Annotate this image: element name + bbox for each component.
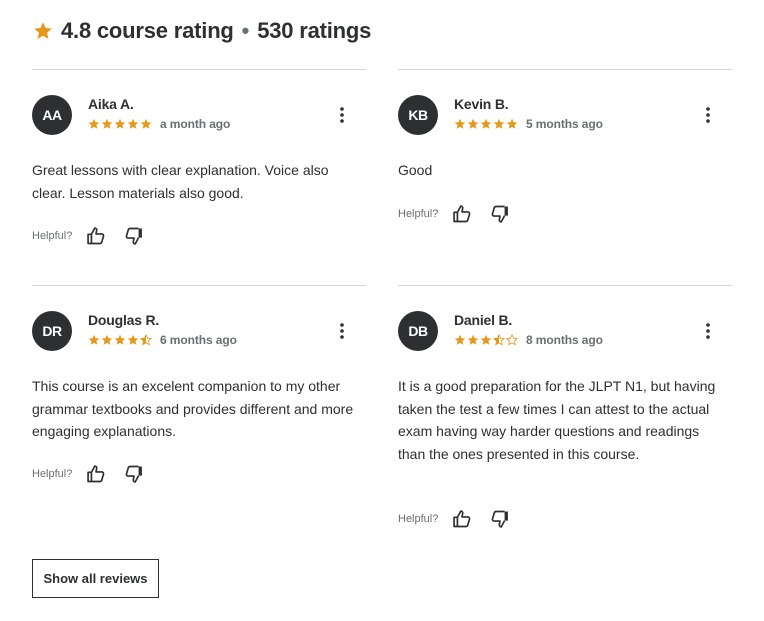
- helpful-row: Helpful?: [32, 224, 160, 248]
- reviewer-name: Aika A.: [88, 96, 134, 112]
- review-card: KB Kevin B. 5 months ago Good Helpful?: [398, 69, 732, 286]
- star-filled-icon: [88, 334, 100, 345]
- ratings-count: 530 ratings: [257, 18, 372, 43]
- reviewer-name: Daniel B.: [454, 312, 513, 328]
- review-card: DR Douglas R. 6 months ago This course i…: [32, 285, 366, 536]
- review-date: a month ago: [160, 117, 231, 131]
- star-filled-icon: [467, 334, 479, 345]
- star-filled-icon: [493, 118, 505, 129]
- more-options-button[interactable]: [332, 321, 352, 341]
- thumbs-down-icon: [491, 205, 508, 223]
- star-half-icon: [493, 334, 505, 346]
- show-all-reviews-button[interactable]: Show all reviews: [32, 559, 159, 598]
- reviewer-name: Douglas R.: [88, 312, 160, 328]
- more-options-button[interactable]: [698, 321, 718, 341]
- avatar: AA: [32, 95, 72, 135]
- thumbs-up-icon: [453, 205, 471, 223]
- reviewer-name: Kevin B.: [454, 96, 509, 112]
- helpful-row: Helpful?: [32, 462, 160, 486]
- star-rating: [88, 334, 152, 346]
- review-text: It is a good preparation for the JLPT N1…: [398, 378, 716, 462]
- star-rating: [454, 334, 518, 346]
- star-rating: [454, 118, 518, 130]
- review-text: This course is an excelent companion to …: [32, 378, 354, 439]
- helpful-row: Helpful?: [398, 507, 526, 531]
- helpful-row: Helpful?: [398, 202, 526, 226]
- review-date: 5 months ago: [526, 117, 603, 131]
- avatar: DB: [398, 311, 438, 351]
- star-filled-icon: [467, 118, 479, 129]
- star-filled-icon: [114, 334, 126, 345]
- review-card: AA Aika A. a month ago Great lessons wit…: [32, 69, 366, 286]
- star-half-icon: [140, 334, 152, 346]
- thumbs-down-icon: [491, 510, 508, 528]
- more-options-icon: [340, 323, 344, 339]
- star-filled-icon: [127, 118, 139, 129]
- thumbs-up-icon: [87, 465, 105, 483]
- review-text: Great lessons with clear explanation. Vo…: [32, 162, 329, 201]
- avatar: DR: [32, 311, 72, 351]
- avatar: KB: [398, 95, 438, 135]
- star-filled-icon: [454, 334, 466, 345]
- star-icon: [34, 22, 52, 39]
- more-options-icon: [340, 107, 344, 123]
- more-options-button[interactable]: [332, 105, 352, 125]
- thumbs-up-button[interactable]: [84, 224, 108, 248]
- course-rating-text: 4.8 course rating: [61, 18, 234, 43]
- thumbs-down-button[interactable]: [122, 462, 146, 486]
- more-options-icon: [706, 323, 710, 339]
- star-filled-icon: [140, 118, 152, 129]
- thumbs-down-button[interactable]: [122, 224, 146, 248]
- helpful-label: Helpful?: [32, 468, 73, 480]
- star-rating: [88, 118, 152, 130]
- star-filled-icon: [506, 118, 518, 129]
- more-options-icon: [706, 107, 710, 123]
- star-filled-icon: [454, 118, 466, 129]
- star-filled-icon: [101, 334, 113, 345]
- thumbs-up-button[interactable]: [450, 507, 474, 531]
- thumbs-down-icon: [125, 227, 142, 245]
- course-rating-header: 4.8 course rating • 530 ratings: [33, 14, 371, 48]
- thumbs-up-button[interactable]: [450, 202, 474, 226]
- star-filled-icon: [114, 118, 126, 129]
- thumbs-up-icon: [87, 227, 105, 245]
- star-filled-icon: [101, 118, 113, 129]
- thumbs-down-icon: [125, 465, 142, 483]
- more-options-button[interactable]: [698, 105, 718, 125]
- thumbs-up-button[interactable]: [84, 462, 108, 486]
- review-card: DB Daniel B. 8 months ago It is a good p…: [398, 285, 732, 536]
- star-filled-icon: [88, 118, 100, 129]
- helpful-label: Helpful?: [398, 513, 439, 525]
- thumbs-down-button[interactable]: [488, 202, 512, 226]
- helpful-label: Helpful?: [398, 208, 439, 220]
- review-date: 6 months ago: [160, 333, 237, 347]
- review-date: 8 months ago: [526, 333, 603, 347]
- thumbs-down-button[interactable]: [488, 507, 512, 531]
- thumbs-up-icon: [453, 510, 471, 528]
- star-empty-icon: [506, 334, 518, 346]
- review-text: Good: [398, 162, 433, 178]
- star-filled-icon: [480, 334, 492, 345]
- separator-dot: •: [241, 18, 250, 43]
- star-filled-icon: [480, 118, 492, 129]
- helpful-label: Helpful?: [32, 230, 73, 242]
- star-filled-icon: [127, 334, 139, 345]
